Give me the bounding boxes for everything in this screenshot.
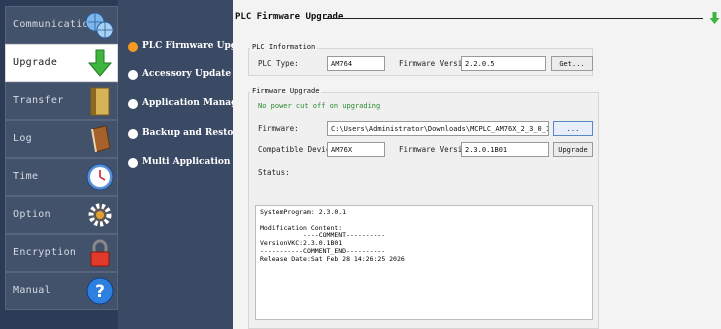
dot-icon (128, 70, 138, 80)
firmware-upgrade-title: Firmware Upgrade (250, 87, 322, 95)
network-globe-icon (85, 12, 114, 39)
nav-item-transfer[interactable]: Transfer (5, 82, 118, 120)
get-button[interactable]: Get... (551, 56, 593, 71)
nav-item-label: Upgrade (13, 57, 58, 68)
subnav-application-manage[interactable]: Application Manage (128, 96, 243, 114)
firmware-label: Firmware: (258, 124, 299, 133)
green-down-arrow-icon (87, 49, 113, 77)
nav-item-communication[interactable]: Communication (5, 6, 118, 44)
nav-item-label: Manual (13, 285, 51, 296)
nav-item-log[interactable]: Log (5, 120, 118, 158)
padlock-icon (90, 239, 110, 267)
status-output[interactable]: SystemProgram: 2.3.0.1 Modification Cont… (255, 205, 593, 320)
new-firmware-version-field[interactable]: 2.3.0.1B01 (461, 142, 549, 157)
active-dot-icon (128, 42, 138, 52)
upgrade-subnav: PLC Firmware Upgrade Accessory Update Ap… (118, 0, 274, 329)
nav-item-time[interactable]: Time (5, 158, 118, 196)
plc-firmware-version-field[interactable]: 2.2.0.5 (461, 56, 546, 71)
plc-type-label: PLC Type: (258, 59, 299, 68)
nav-item-encryption[interactable]: Encryption (5, 234, 118, 272)
subnav-multi-application-manage[interactable]: Multi Application Manage (128, 155, 274, 173)
subnav-plc-firmware-upgrade[interactable]: PLC Firmware Upgrade (128, 39, 260, 57)
nav-item-upgrade[interactable]: Upgrade (5, 44, 118, 82)
dot-icon (128, 158, 138, 168)
nav-item-manual[interactable]: Manual ? (5, 272, 118, 310)
status-line: SystemProgram: 2.3.0.1 (260, 208, 347, 216)
gear-icon (88, 203, 112, 227)
plc-type-field[interactable]: AM764 (327, 56, 385, 71)
dot-icon (128, 99, 138, 109)
nav-item-label: Encryption (13, 247, 77, 258)
folder-binder-icon (90, 87, 110, 116)
subnav-accessory-update[interactable]: Accessory Update (128, 67, 238, 85)
nav-item-label: Log (13, 133, 32, 144)
svg-text:?: ? (95, 282, 105, 302)
power-warning-text: No power cut off on upgrading (258, 102, 381, 110)
green-down-arrow-icon (709, 12, 720, 24)
subnav-label: Accessory Update (142, 69, 232, 79)
clock-icon (86, 163, 114, 191)
left-nav: Communication Upgrade Transfer Log Time (0, 0, 118, 329)
nav-item-label: Time (13, 171, 39, 182)
compatible-device-field[interactable]: AM76X (327, 142, 385, 157)
log-book-icon (91, 125, 111, 153)
subnav-label: Application Manage (142, 98, 244, 108)
nav-item-label: Transfer (13, 95, 64, 106)
subnav-label: Backup and Restore (142, 128, 244, 138)
subnav-backup-and-restore[interactable]: Backup and Restore (128, 126, 244, 144)
nav-item-option[interactable]: Option (5, 196, 118, 234)
dot-icon (128, 129, 138, 139)
status-label: Status: (258, 168, 290, 177)
page-title: PLC Firmware Upgrade (235, 12, 344, 22)
plc-information-title: PLC Information (250, 43, 318, 51)
status-line: Release Date:Sat Feb 28 14:26:25 2026 (260, 254, 405, 263)
nav-item-label: Option (13, 209, 51, 220)
firmware-path-field[interactable]: C:\Users\Administrator\Downloads\MCPLC_A… (327, 121, 549, 136)
title-divider (323, 18, 703, 19)
main-panel: PLC Firmware Upgrade PLC Information PLC… (233, 0, 721, 329)
help-question-icon: ? (86, 277, 114, 305)
browse-firmware-button[interactable]: ... (553, 121, 593, 136)
nav-item-label: Communication (13, 19, 96, 30)
upgrade-button[interactable]: Upgrade (553, 142, 593, 157)
